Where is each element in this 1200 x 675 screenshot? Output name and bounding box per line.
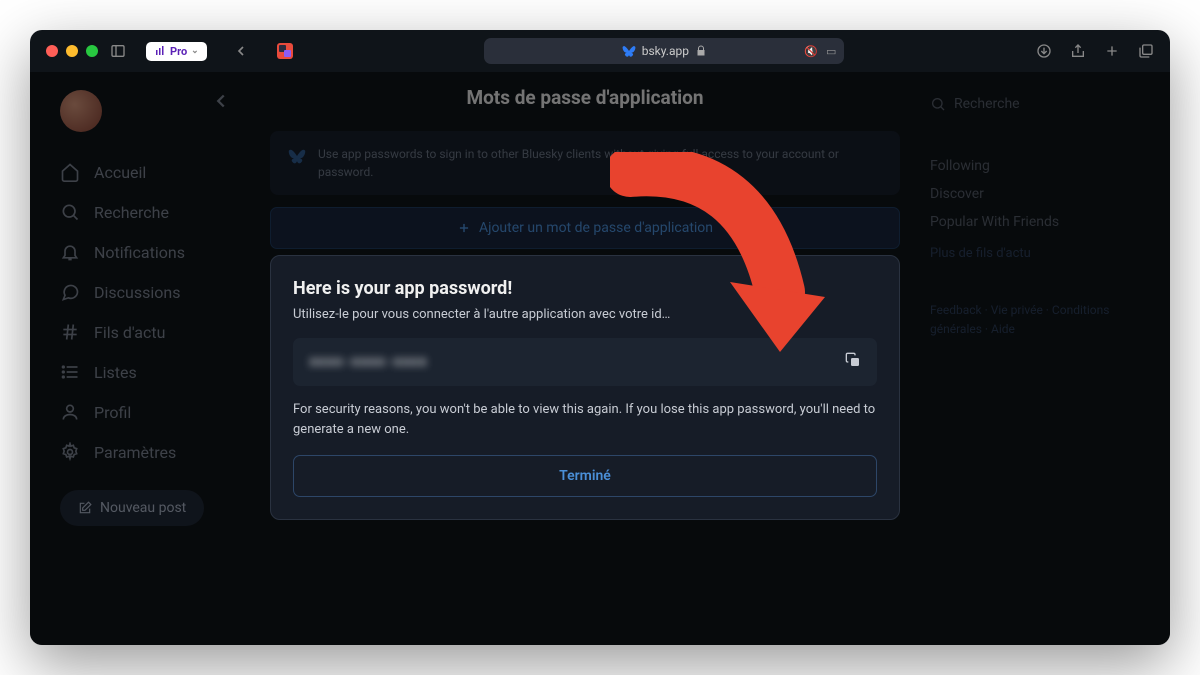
user-icon — [60, 402, 80, 422]
hash-icon — [60, 322, 80, 342]
search-placeholder: Recherche — [954, 96, 1020, 112]
dialog-title: Here is your app password! — [293, 278, 877, 299]
bluesky-icon — [622, 44, 636, 58]
done-button[interactable]: Terminé — [293, 455, 877, 497]
more-feeds-link[interactable]: Plus de fils d'actu — [930, 240, 1140, 267]
compose-icon — [78, 501, 92, 515]
add-app-password-button[interactable]: Ajouter un mot de passe d'application — [270, 207, 900, 249]
dialog-subtitle: Utilisez-le pour vous connecter à l'autr… — [293, 307, 877, 322]
password-text: xxxx-xxxx-xxxx — [309, 354, 427, 370]
share-icon[interactable] — [1070, 43, 1086, 59]
search-box[interactable]: Recherche — [930, 96, 1140, 112]
minimize-window-button[interactable] — [66, 45, 78, 57]
new-post-label: Nouveau post — [100, 500, 186, 516]
sidebar-toggle-icon[interactable] — [106, 39, 130, 63]
sidebar-item-label: Profil — [94, 403, 131, 422]
maximize-window-button[interactable] — [86, 45, 98, 57]
titlebar: Pro ⌄ bsky.app 🔇 ▭ — [30, 30, 1170, 72]
feed-item-following[interactable]: Following — [930, 152, 1140, 180]
info-banner: Use app passwords to sign in to other Bl… — [270, 131, 900, 195]
sidebar-item-label: Recherche — [94, 203, 169, 222]
address-bar-container: bsky.app 🔇 ▭ — [301, 38, 1028, 64]
sidebar-item-label: Listes — [94, 363, 137, 382]
gear-icon — [60, 442, 80, 462]
bluesky-icon — [288, 147, 306, 165]
toolbar-right — [1036, 43, 1154, 59]
sidebar-item-home[interactable]: Accueil — [60, 152, 240, 192]
app-favicon[interactable] — [277, 43, 293, 59]
address-bar[interactable]: bsky.app 🔇 ▭ — [484, 38, 844, 64]
page-title: Mots de passe d'application — [270, 86, 900, 109]
back-button[interactable] — [210, 90, 232, 116]
avatar[interactable] — [60, 90, 102, 132]
pro-label: Pro — [170, 45, 187, 58]
right-panel: Recherche Following Discover Popular Wit… — [930, 72, 1170, 645]
footer-privacy[interactable]: Vie privée — [991, 303, 1043, 317]
footer-help[interactable]: Aide — [991, 322, 1015, 336]
content-area: Accueil Recherche Notifications Discussi… — [30, 72, 1170, 645]
search-icon — [60, 202, 80, 222]
reader-icon[interactable]: ▭ — [826, 45, 836, 58]
new-post-button[interactable]: Nouveau post — [60, 490, 204, 526]
copy-icon — [845, 352, 861, 368]
list-icon — [60, 362, 80, 382]
sidebar: Accueil Recherche Notifications Discussi… — [30, 72, 240, 645]
sidebar-item-notifications[interactable]: Notifications — [60, 232, 240, 272]
close-window-button[interactable] — [46, 45, 58, 57]
sidebar-item-lists[interactable]: Listes — [60, 352, 240, 392]
address-text: bsky.app — [642, 44, 689, 58]
mute-icon[interactable]: 🔇 — [804, 45, 818, 58]
footer-links: Feedback · Vie privée · Conditions génér… — [930, 301, 1140, 339]
sidebar-item-settings[interactable]: Paramètres — [60, 432, 240, 472]
traffic-lights — [46, 45, 98, 57]
info-banner-text: Use app passwords to sign in to other Bl… — [318, 145, 882, 181]
search-icon — [930, 96, 946, 112]
sidebar-item-profile[interactable]: Profil — [60, 392, 240, 432]
pro-badge[interactable]: Pro ⌄ — [146, 42, 207, 61]
sidebar-item-label: Paramètres — [94, 443, 176, 462]
download-icon[interactable] — [1036, 43, 1052, 59]
password-display: xxxx-xxxx-xxxx — [293, 338, 877, 386]
add-button-label: Ajouter un mot de passe d'application — [479, 220, 713, 236]
sidebar-item-chat[interactable]: Discussions — [60, 272, 240, 312]
tabs-icon[interactable] — [1138, 43, 1154, 59]
browser-window: Pro ⌄ bsky.app 🔇 ▭ — [30, 30, 1170, 645]
home-icon — [60, 162, 80, 182]
feed-item-discover[interactable]: Discover — [930, 180, 1140, 208]
copy-button[interactable] — [845, 352, 861, 372]
chevron-down-icon: ⌄ — [191, 46, 199, 56]
new-tab-icon[interactable] — [1104, 43, 1120, 59]
dialog-warning: For security reasons, you won't be able … — [293, 400, 877, 439]
sidebar-item-feeds[interactable]: Fils d'actu — [60, 312, 240, 352]
plus-icon — [457, 221, 471, 235]
sidebar-item-label: Notifications — [94, 243, 185, 262]
bell-icon — [60, 242, 80, 262]
main-panel: Mots de passe d'application Use app pass… — [240, 72, 930, 645]
chat-icon — [60, 282, 80, 302]
sidebar-item-label: Fils d'actu — [94, 323, 165, 342]
lock-icon — [695, 45, 707, 57]
feed-item-popular[interactable]: Popular With Friends — [930, 208, 1140, 236]
sidebar-item-search[interactable]: Recherche — [60, 192, 240, 232]
nav-back-button[interactable] — [229, 39, 253, 63]
sidebar-item-label: Accueil — [94, 163, 146, 182]
sidebar-item-label: Discussions — [94, 283, 180, 302]
footer-feedback[interactable]: Feedback — [930, 303, 982, 317]
app-password-dialog: Here is your app password! Utilisez-le p… — [270, 255, 900, 520]
